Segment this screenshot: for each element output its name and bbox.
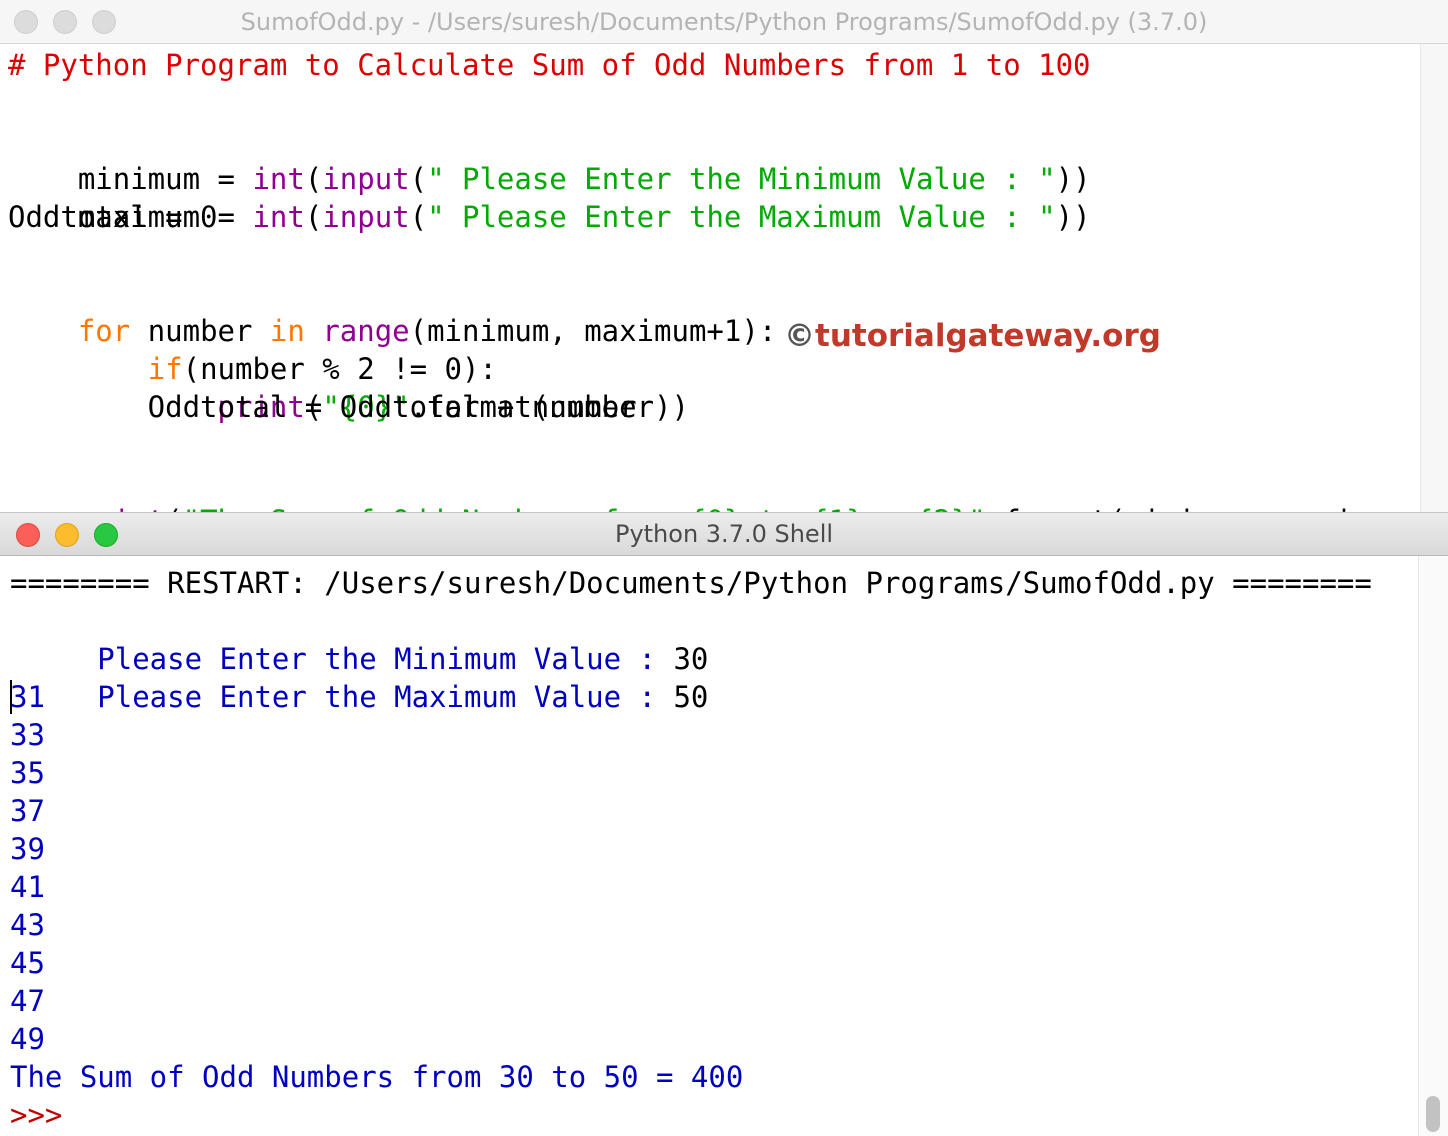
minimize-button[interactable] <box>53 10 77 34</box>
output-line: 31 <box>10 680 45 714</box>
code-line-accumulate: Oddtotal = Oddtotal + number <box>8 390 637 424</box>
code-comment-line: # Python Program to Calculate Sum of Odd… <box>8 48 1091 82</box>
editor-window-title: SumofOdd.py - /Users/suresh/Documents/Py… <box>240 7 1208 36</box>
zoom-button[interactable] <box>94 523 118 547</box>
code-line-for: for number in range(minimum, maximum+1): <box>77 314 777 348</box>
code-line-print-number: print("{0}".format(number)) <box>217 390 689 424</box>
editor-title-bar: SumofOdd.py - /Users/suresh/Documents/Py… <box>0 0 1448 44</box>
editor-window-controls <box>14 10 116 34</box>
output-line: 35 <box>10 756 45 790</box>
editor-scrollbar[interactable] <box>1420 44 1448 512</box>
shell-prompt[interactable]: >>> <box>10 1096 62 1134</box>
zoom-button[interactable] <box>92 10 116 34</box>
output-line: 33 <box>10 718 45 752</box>
shell-window-title: Python 3.7.0 Shell <box>614 520 834 548</box>
close-button[interactable] <box>14 10 38 34</box>
output-line: 43 <box>10 908 45 942</box>
shell-window-controls <box>16 523 118 547</box>
result-line: The Sum of Odd Numbers from 30 to 50 = 4… <box>10 1060 744 1094</box>
shell-scrollbar[interactable] <box>1418 556 1448 1136</box>
output-line: 47 <box>10 984 45 1018</box>
code-editor[interactable]: # Python Program to Calculate Sum of Odd… <box>0 44 1420 512</box>
output-line: 39 <box>10 832 45 866</box>
output-line: 37 <box>10 794 45 828</box>
max-input-value: 50 <box>673 680 709 714</box>
shell-title-bar: Python 3.7.0 Shell <box>0 512 1448 556</box>
output-line: 49 <box>10 1022 45 1056</box>
text-cursor <box>10 680 12 714</box>
watermark-text: tutorialgateway.org <box>815 318 1161 354</box>
code-line-print-result: print("The Sum of Odd Numbers from {0} t… <box>8 464 1420 512</box>
restart-line: ======== RESTART: /Users/suresh/Document… <box>10 566 1372 600</box>
shell-output[interactable]: ======== RESTART: /Users/suresh/Document… <box>0 556 1418 1136</box>
code-line-if: if(number % 2 != 0): <box>147 352 497 386</box>
code-line-maximum: maximum = int(input(" Please Enter the M… <box>77 200 1091 234</box>
shell-scrollbar-thumb[interactable] <box>1426 1096 1440 1132</box>
minimize-button[interactable] <box>55 523 79 547</box>
code-line-minimum: minimum = int(input(" Please Enter the M… <box>77 162 1091 196</box>
watermark: ©tutorialgateway.org <box>784 318 1161 354</box>
max-input-line: Please Enter the Maximum Value : 50 <box>79 680 709 714</box>
close-button[interactable] <box>16 523 40 547</box>
output-line: 45 <box>10 946 45 980</box>
code-line-oddtotal-init: Oddtotal = 0 <box>8 200 218 234</box>
output-line: 41 <box>10 870 45 904</box>
copyright-icon: © <box>784 318 815 354</box>
min-input-line: Please Enter the Minimum Value : 30 <box>79 642 709 676</box>
